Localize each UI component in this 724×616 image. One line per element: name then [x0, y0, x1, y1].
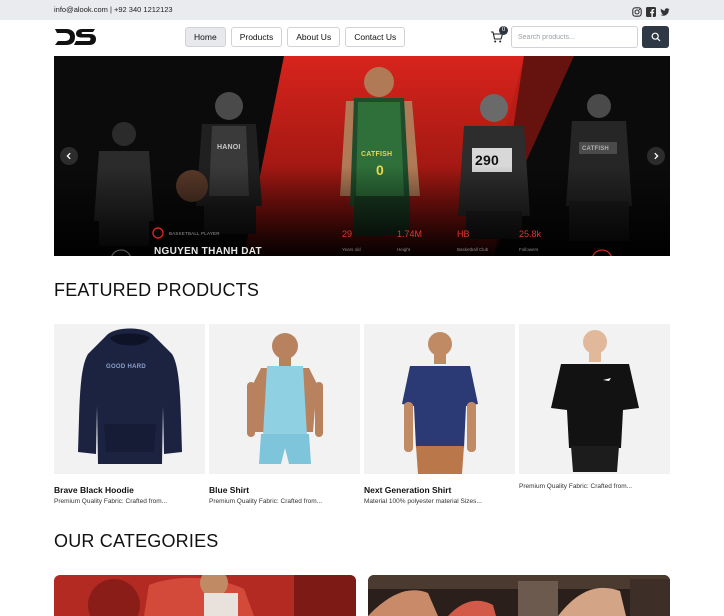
site-header: Home Products About Us Contact Us 0	[0, 20, 724, 56]
product-image[interactable]	[519, 324, 670, 474]
facebook-icon[interactable]	[646, 4, 656, 17]
hoodie-print-text: GOOD HARD	[106, 364, 147, 370]
product-description: Premium Quality Fabric: Crafted from...	[54, 498, 168, 505]
product-card[interactable]: GOOD HARD Brave Black Hoodie Premium Qua…	[54, 324, 205, 505]
jersey-text-center: CATFISH	[361, 151, 393, 158]
category-card[interactable]	[54, 575, 356, 616]
jersey-number-center: 0	[376, 162, 384, 178]
product-description: Premium Quality Fabric: Crafted from...	[519, 483, 633, 490]
stat-followers-label: Followers	[519, 247, 539, 252]
social-links	[632, 4, 670, 17]
instagram-icon[interactable]	[632, 4, 642, 17]
stat-followers-value: 25.8k	[519, 229, 542, 239]
categories-title: OUR CATEGORIES	[54, 531, 219, 551]
stat-height-label: Height	[397, 247, 411, 252]
contact-info: info@alook.com | +92 340 1212123	[54, 5, 173, 14]
jersey-number-right: 290	[475, 152, 499, 168]
carousel-prev-button[interactable]	[60, 147, 78, 165]
main-nav: Home Products About Us Contact Us	[185, 27, 406, 47]
product-card[interactable]: Next Generation Shirt Material 100% poly…	[364, 324, 515, 505]
jersey-text-right: CATFISH	[582, 146, 609, 152]
product-image[interactable]: GOOD HARD	[54, 324, 205, 474]
search-icon	[651, 32, 660, 42]
nav-products[interactable]: Products	[230, 27, 283, 47]
stat-club-value: HB	[457, 229, 470, 239]
product-description: Material 100% polyester material Sizes..…	[364, 498, 482, 505]
stat-age-value: 29	[342, 229, 353, 239]
nav-contact-us[interactable]: Contact Us	[345, 27, 406, 47]
stat-age-label: Years old	[342, 247, 361, 252]
carousel-next-button[interactable]	[647, 147, 665, 165]
product-image[interactable]	[209, 324, 360, 474]
category-card[interactable]	[368, 575, 670, 616]
product-card[interactable]: Premium Quality Fabric: Crafted from...	[519, 324, 670, 490]
product-name[interactable]: Brave Black Hoodie	[54, 485, 205, 495]
jersey-text-left: HANOI	[217, 144, 241, 151]
hero-carousel: HANOI CATFISH 0 290 CATFISH BASKETBALL P…	[54, 56, 670, 256]
twitter-icon[interactable]	[660, 4, 670, 16]
category-image[interactable]	[54, 575, 356, 616]
chevron-left-icon	[66, 152, 71, 160]
product-card[interactable]: Blue Shirt Premium Quality Fabric: Craft…	[209, 324, 360, 505]
nav-about-us[interactable]: About Us	[287, 27, 341, 47]
product-name[interactable]: Next Generation Shirt	[364, 485, 515, 495]
nav-home[interactable]: Home	[185, 27, 226, 47]
stat-club-label: Basketball Club	[457, 247, 489, 252]
featured-products-title: FEATURED PRODUCTS	[54, 280, 260, 300]
search-button[interactable]	[642, 26, 669, 48]
product-image[interactable]	[364, 324, 515, 474]
search-input[interactable]	[511, 26, 638, 48]
stat-height-value: 1.74M	[397, 229, 423, 239]
product-description: Premium Quality Fabric: Crafted from...	[209, 498, 323, 505]
top-info-bar: info@alook.com | +92 340 1212123	[0, 0, 724, 20]
player-name: NGUYEN THANH DAT	[154, 246, 262, 256]
site-logo[interactable]	[54, 27, 98, 47]
player-role-label: BASKETBALL PLAYER	[169, 231, 220, 236]
product-name[interactable]: Blue Shirt	[209, 485, 360, 495]
cart-count-badge: 0	[499, 26, 508, 35]
category-image[interactable]	[368, 575, 670, 616]
chevron-right-icon	[654, 152, 659, 160]
